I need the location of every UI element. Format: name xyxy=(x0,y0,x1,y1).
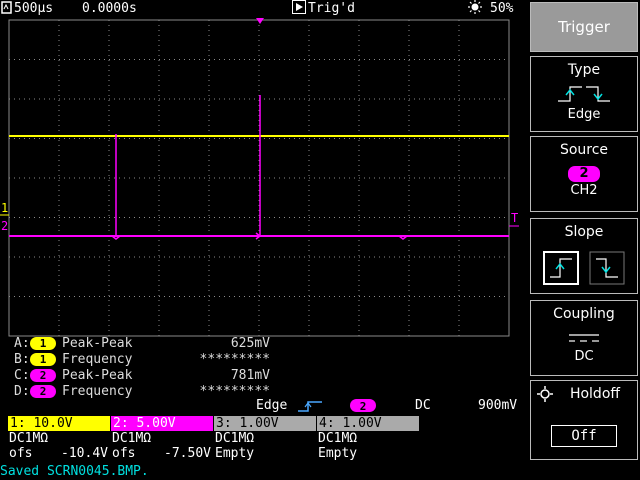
type-label: Type xyxy=(567,62,601,78)
timebase-value: 500µs xyxy=(14,1,54,16)
menu-item-holdoff[interactable]: Holdoff Off xyxy=(530,380,638,460)
menu-item-slope[interactable]: Slope xyxy=(530,218,638,294)
slope-label: Slope xyxy=(564,224,604,240)
channel-1-badge: 1 xyxy=(30,353,56,366)
measure-key: B: xyxy=(14,352,30,367)
type-value: Edge xyxy=(567,107,601,122)
measure-name: Peak-Peak xyxy=(62,368,133,383)
menu-item-source[interactable]: Source 2 CH2 xyxy=(530,136,638,212)
source-channel-badge: 2 xyxy=(568,165,600,182)
trigger-level-marker: T xyxy=(511,211,518,225)
channel-1-offset-row: ofs -10.4V xyxy=(8,446,110,461)
measure-name: Peak-Peak xyxy=(62,336,133,351)
channel-3-state: Empty xyxy=(215,446,255,461)
measure-row-c: C: 2 Peak-Peak 781mV xyxy=(14,368,270,384)
channel-2-badge: 2 xyxy=(30,385,56,398)
channel-2-offset-row: ofs -7.50V xyxy=(111,446,213,461)
measurement-panel: A: 1 Peak-Peak 625mV B: 1 Frequency ********* … xyxy=(0,336,528,400)
channel-4-state: Empty xyxy=(318,446,358,461)
run-state-label: Trig'd xyxy=(308,1,355,16)
trigger-menu: Trigger Type Edge Source 2 CH2 Slope Cou… xyxy=(528,0,640,480)
channel-2-info[interactable]: 2: 5.00V DC1MΩ ofs -7.50V xyxy=(111,416,213,462)
ch2-ground-marker: 2 xyxy=(1,219,8,233)
channel-4-coupling: DC1MΩ xyxy=(318,431,358,446)
offset-label: ofs xyxy=(112,446,136,461)
measure-row-a: A: 1 Peak-Peak 625mV xyxy=(14,336,270,352)
coupling-label: Coupling xyxy=(553,306,615,322)
measure-name: Frequency xyxy=(62,352,133,367)
channel-2-coupling: DC1MΩ xyxy=(112,431,152,446)
measure-key: A: xyxy=(14,336,30,351)
brightness-value: 50% xyxy=(490,1,514,16)
dc-coupling-icon xyxy=(531,327,637,349)
channel-3-scale: 3: 1.00V xyxy=(214,416,316,431)
top-status-bar: 500µs 0.0000s Trig'd 50% xyxy=(0,0,528,18)
measure-value: 781mV xyxy=(230,368,270,383)
timebase-icon xyxy=(1,0,13,19)
channel-2-offset: -7.50V xyxy=(164,446,211,461)
coupling-value: DC xyxy=(574,349,594,364)
channel-1-offset: -10.4V xyxy=(61,446,108,461)
holdoff-label: Holdoff xyxy=(569,386,621,402)
edge-type-icon xyxy=(531,83,637,107)
measure-key: C: xyxy=(14,368,30,383)
holdoff-value[interactable]: Off xyxy=(551,425,617,447)
ch1-ground-marker: 1 xyxy=(1,201,8,215)
channel-1-scale: 1: 10.0V xyxy=(8,416,110,431)
measure-value: ********* xyxy=(199,352,270,367)
holdoff-title-row: Holdoff xyxy=(531,381,637,407)
trigger-level: 900mV xyxy=(478,398,518,413)
channel-4-info[interactable]: 4: 1.00V DC1MΩ Empty xyxy=(317,416,419,462)
channel-3-coupling: DC1MΩ xyxy=(215,431,255,446)
channel-4-scale: 4: 1.00V xyxy=(317,416,419,431)
trigger-mode: Edge xyxy=(256,398,288,413)
measure-value: 625mV xyxy=(230,336,270,351)
channel-2-scale: 2: 5.00V xyxy=(111,416,213,431)
menu-item-coupling[interactable]: Coupling DC xyxy=(530,300,638,376)
rising-edge-icon xyxy=(298,400,324,417)
channel-3-info[interactable]: 3: 1.00V DC1MΩ Empty xyxy=(214,416,316,462)
rising-slope-icon[interactable] xyxy=(543,251,579,285)
offset-label: ofs xyxy=(9,446,33,461)
horizontal-position: 0.0000s xyxy=(82,1,137,16)
trigger-coupling: DC xyxy=(415,398,431,413)
brightness-icon xyxy=(468,0,482,19)
slope-options xyxy=(531,245,637,285)
menu-title: Trigger xyxy=(558,18,610,36)
channel-1-coupling: DC1MΩ xyxy=(9,431,49,446)
source-value: CH2 xyxy=(570,183,598,198)
run-state-icon xyxy=(292,0,306,19)
trigger-info-bar: Edge 2 DC 900mV xyxy=(0,398,528,414)
falling-slope-icon[interactable] xyxy=(589,251,625,285)
source-label: Source xyxy=(559,142,609,158)
adjust-knob-icon xyxy=(537,385,553,411)
channel-2-badge: 2 xyxy=(30,369,56,382)
channel-1-info[interactable]: 1: 10.0V DC1MΩ ofs -10.4V xyxy=(8,416,110,462)
menu-title-trigger: Trigger xyxy=(530,2,638,52)
channel-1-badge: 1 xyxy=(30,337,56,350)
source-badge-wrap: 2 xyxy=(531,163,637,183)
waveform-display: 1 2 T xyxy=(0,18,519,337)
trigger-source-badge: 2 xyxy=(350,399,376,413)
menu-item-type[interactable]: Type Edge xyxy=(530,56,638,132)
measure-row-b: B: 1 Frequency ********* xyxy=(14,352,270,368)
